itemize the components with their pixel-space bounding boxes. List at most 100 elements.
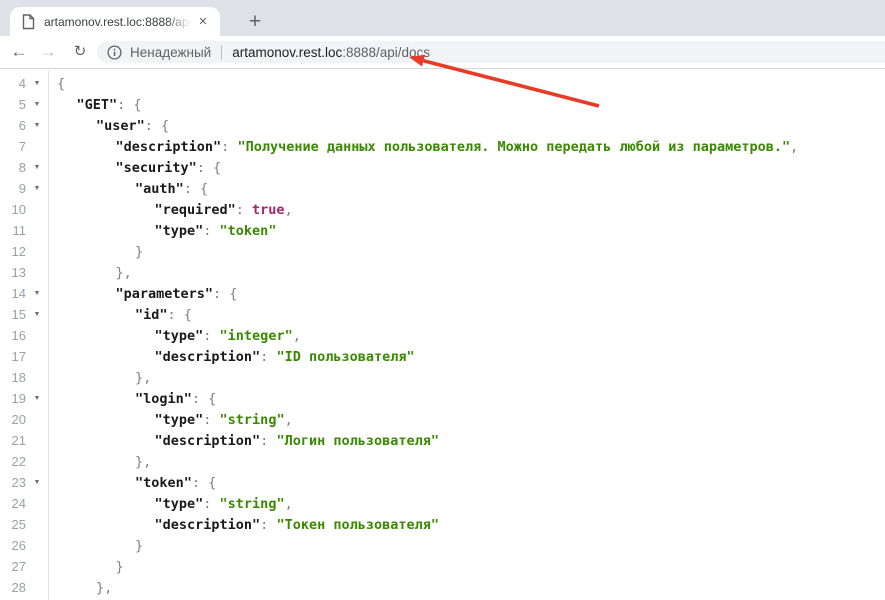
json-string-value: "Получение данных пользователя. Можно пе… (237, 139, 790, 155)
line-number: 13 (0, 265, 26, 280)
json-boolean-value: true (252, 202, 285, 218)
new-tab-button[interactable]: + (242, 9, 268, 35)
json-string-value: "ID пользователя" (276, 349, 414, 365)
line-number: 14 (0, 286, 26, 301)
json-code: "description": "ID пользователя" (48, 349, 885, 365)
site-info-icon[interactable] (107, 45, 122, 60)
json-punctuation: , (285, 496, 293, 512)
url-text[interactable]: artamonov.rest.loc:8888/api/docs (232, 45, 430, 60)
page-favicon-icon (22, 14, 36, 30)
line-number: 24 (0, 496, 26, 511)
collapse-toggle-icon[interactable]: ▼ (26, 395, 48, 402)
json-punctuation: : { (213, 286, 237, 302)
json-code: "auth": { (48, 181, 885, 197)
json-line: 27} (0, 556, 885, 577)
json-punctuation: , (293, 328, 301, 344)
json-punctuation: }, (135, 370, 151, 386)
json-code: "description": "Логин пользователя" (48, 433, 885, 449)
json-punctuation: }, (96, 580, 112, 596)
collapse-toggle-icon[interactable]: ▼ (26, 479, 48, 486)
json-code: "id": { (48, 307, 885, 323)
json-punctuation: : { (192, 475, 216, 491)
json-code: }, (48, 454, 885, 470)
json-string-value: "token" (220, 223, 277, 239)
json-punctuation: : { (192, 391, 216, 407)
json-viewer: 4▼{5▼"GET": {6▼"user": {7"description": … (0, 70, 885, 600)
collapse-toggle-icon[interactable]: ▼ (26, 122, 48, 129)
json-line: 5▼"GET": { (0, 94, 885, 115)
json-line: 22}, (0, 451, 885, 472)
json-punctuation: : (221, 139, 237, 155)
json-punctuation: : { (117, 97, 141, 113)
json-line: 19▼"login": { (0, 388, 885, 409)
reload-button[interactable]: ↻ (68, 40, 92, 64)
json-line: 8▼"security": { (0, 157, 885, 178)
json-key: "id" (135, 307, 168, 323)
json-punctuation: } (135, 538, 143, 554)
json-code: "token": { (48, 475, 885, 491)
json-key: "type" (155, 328, 204, 344)
json-line: 15▼"id": { (0, 304, 885, 325)
json-punctuation: , (285, 412, 293, 428)
json-code: } (48, 538, 885, 554)
tab-close-icon[interactable]: ✕ (194, 13, 212, 31)
json-code: "type": "string", (48, 412, 885, 428)
json-key: "description" (155, 349, 261, 365)
address-bar[interactable]: Ненадежный artamonov.rest.loc:8888/api/d… (97, 41, 885, 63)
collapse-toggle-icon[interactable]: ▼ (26, 185, 48, 192)
json-punctuation: }, (116, 265, 132, 281)
json-key: "user" (96, 118, 145, 134)
json-line: 13}, (0, 262, 885, 283)
json-code: } (48, 559, 885, 575)
json-key: "required" (155, 202, 236, 218)
browser-tab[interactable]: artamonov.rest.loc:8888/api/do ✕ (10, 7, 220, 36)
json-key: "description" (155, 433, 261, 449)
json-punctuation: : (236, 202, 252, 218)
json-line: 7"description": "Получение данных пользо… (0, 136, 885, 157)
json-punctuation: : (203, 496, 219, 512)
browser-window: artamonov.rest.loc:8888/api/do ✕ + ← → ↻… (0, 0, 885, 600)
json-key: "type" (155, 412, 204, 428)
collapse-toggle-icon[interactable]: ▼ (26, 311, 48, 318)
line-number: 8 (0, 160, 26, 175)
json-code: "required": true, (48, 202, 885, 218)
back-button[interactable]: ← (7, 40, 31, 64)
line-number: 23 (0, 475, 26, 490)
json-key: "token" (135, 475, 192, 491)
forward-button[interactable]: → (36, 40, 60, 64)
line-number: 10 (0, 202, 26, 217)
json-punctuation: { (57, 76, 65, 92)
line-number: 6 (0, 118, 26, 133)
line-number: 4 (0, 76, 26, 91)
json-key: "auth" (135, 181, 184, 197)
json-punctuation: }, (135, 454, 151, 470)
json-code: }, (48, 580, 885, 596)
json-punctuation: : (203, 223, 219, 239)
json-string-value: "Токен пользователя" (276, 517, 439, 533)
line-number: 11 (0, 223, 26, 238)
json-punctuation: : (260, 349, 276, 365)
security-status-label[interactable]: Ненадежный (130, 45, 211, 60)
collapse-toggle-icon[interactable]: ▼ (26, 290, 48, 297)
line-number: 9 (0, 181, 26, 196)
url-host: artamonov.rest.loc (232, 45, 342, 60)
json-line: 24"type": "string", (0, 493, 885, 514)
json-line: 17 "description": "ID пользователя" (0, 346, 885, 367)
json-punctuation: } (116, 559, 124, 575)
json-key: "description" (155, 517, 261, 533)
json-line: 23▼"token": { (0, 472, 885, 493)
json-punctuation: , (790, 139, 798, 155)
line-number: 26 (0, 538, 26, 553)
json-code: "type": "integer", (48, 328, 885, 344)
json-code: }, (48, 370, 885, 386)
json-code: "parameters": { (48, 286, 885, 302)
tab-title: artamonov.rest.loc:8888/api/do (44, 15, 194, 29)
line-number: 19 (0, 391, 26, 406)
collapse-toggle-icon[interactable]: ▼ (26, 80, 48, 87)
collapse-toggle-icon[interactable]: ▼ (26, 164, 48, 171)
line-number: 22 (0, 454, 26, 469)
line-number: 27 (0, 559, 26, 574)
json-line: 20"type": "string", (0, 409, 885, 430)
collapse-toggle-icon[interactable]: ▼ (26, 101, 48, 108)
line-number: 17 (0, 349, 26, 364)
